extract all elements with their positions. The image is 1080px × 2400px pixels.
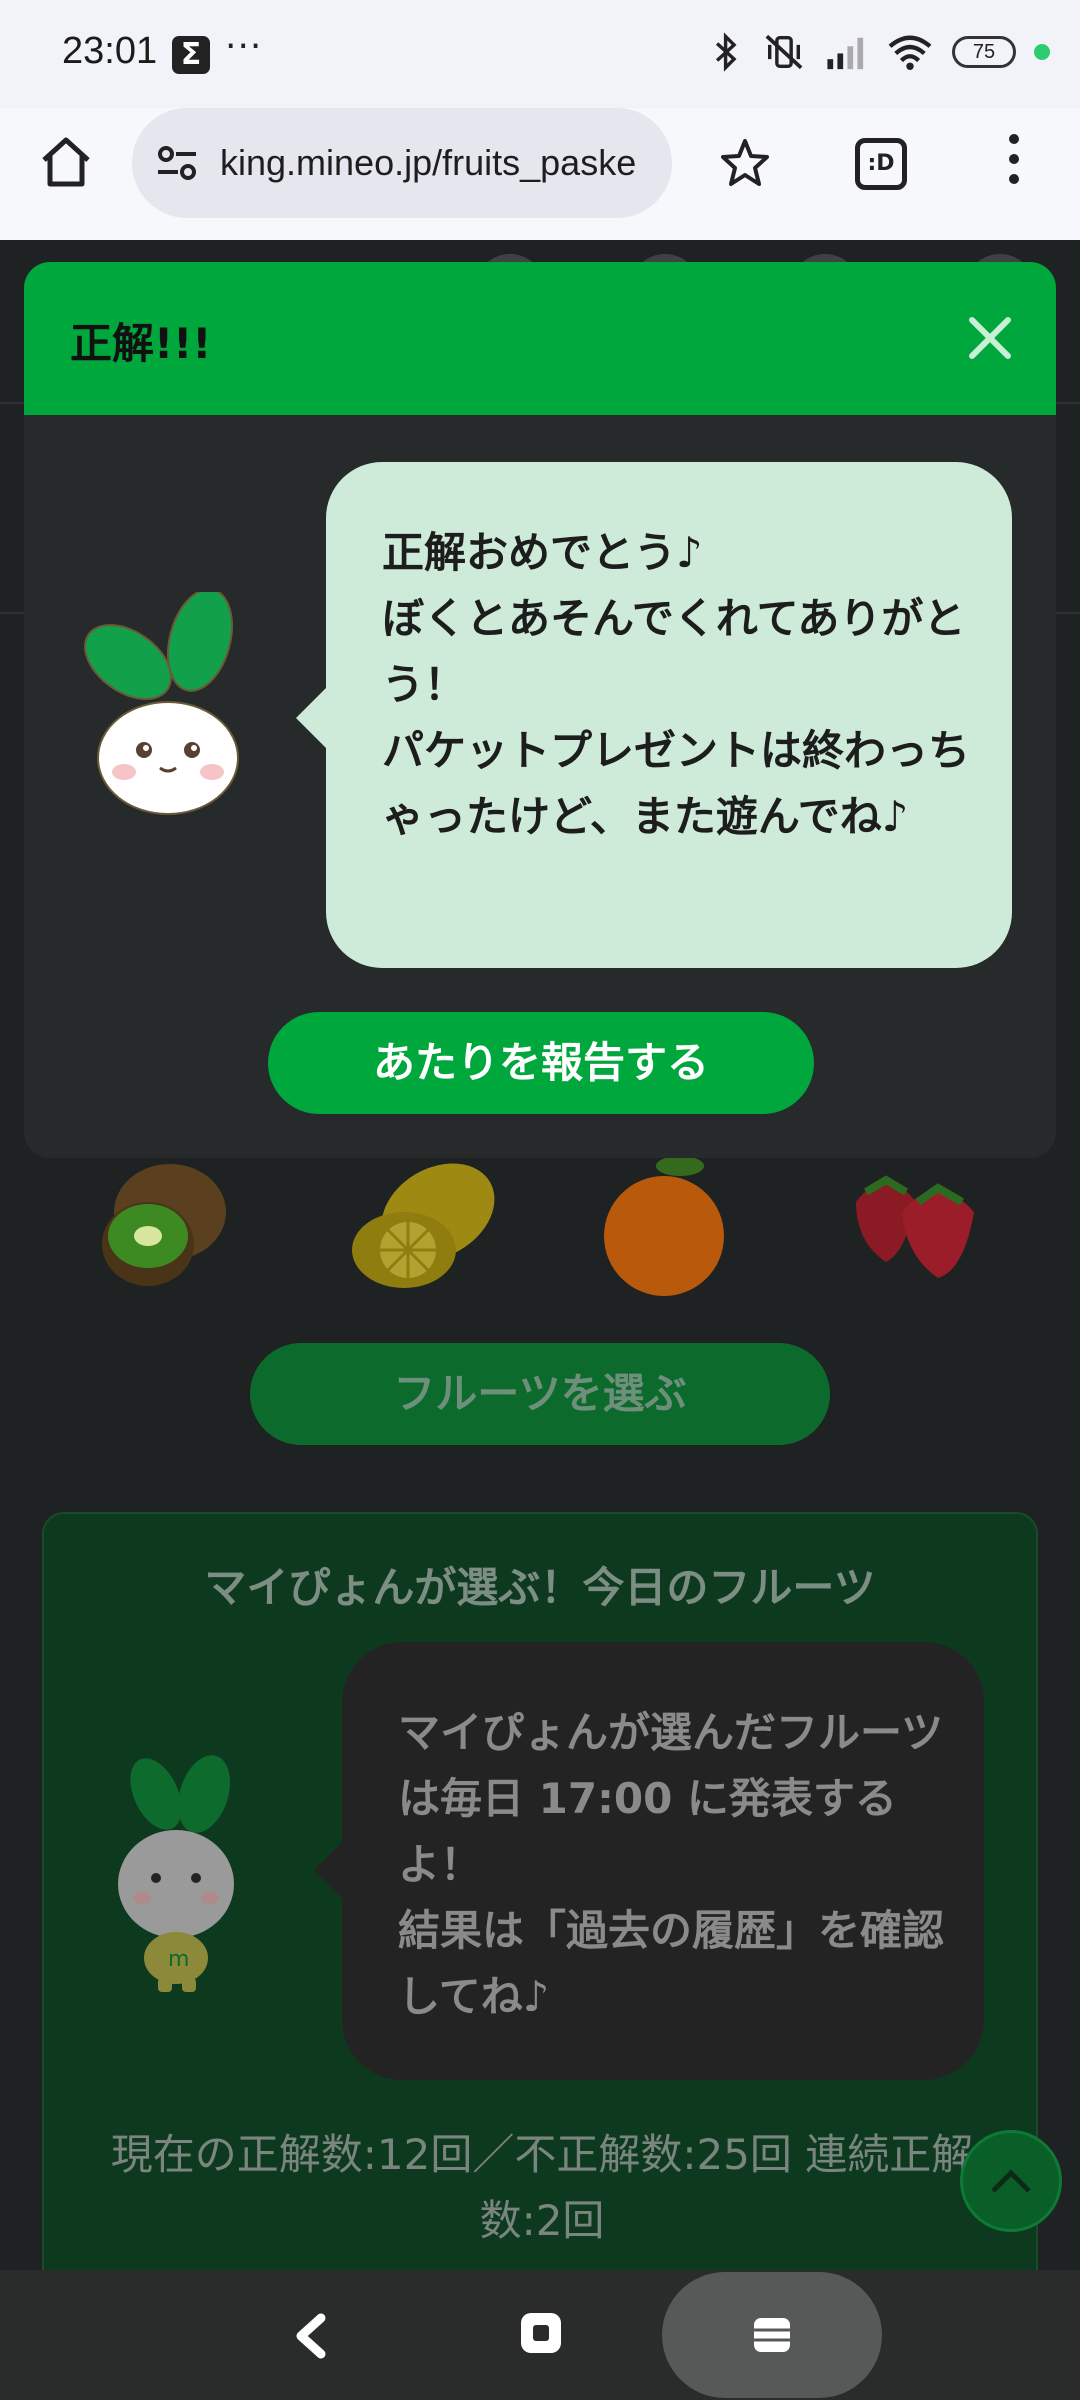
congrats-message: 正解おめでとう♪ ぼくとあそんでくれてありがとう！ パケットプレゼントは終わっち… xyxy=(382,528,971,841)
result-modal: 正解!!! 正解おめでとう♪ ぼくとあそんでくれてありがとう！ パケットプレゼン… xyxy=(24,262,1056,1158)
browser-toolbar: king.mineo.jp/fruits_paske :D xyxy=(0,108,1080,240)
kiwi-icon[interactable] xyxy=(90,1152,240,1302)
status-time: 23:01 xyxy=(62,30,158,72)
vibrate-off-icon xyxy=(765,34,803,70)
modal-title: 正解!!! xyxy=(70,319,212,368)
status-bar: 23:01 Σ ··· 75 xyxy=(0,0,1080,108)
lemon-icon[interactable] xyxy=(338,1152,498,1302)
url-bar[interactable]: king.mineo.jp/fruits_paske xyxy=(132,108,672,218)
fruit-options xyxy=(0,1152,1080,1302)
strawberry-icon[interactable] xyxy=(846,1152,986,1302)
recents-icon xyxy=(754,2318,790,2352)
chevron-up-icon xyxy=(991,2169,1031,2193)
orange-icon[interactable] xyxy=(598,1152,728,1302)
more-notifications-icon: ··· xyxy=(225,26,263,67)
scroll-to-top-button[interactable] xyxy=(960,2130,1062,2232)
congrats-speech-bubble: 正解おめでとう♪ ぼくとあそんでくれてありがとう！ パケットプレゼントは終わっち… xyxy=(296,462,1012,968)
tab-switcher-button[interactable]: :D xyxy=(855,138,907,190)
status-icons: 75 xyxy=(710,32,1050,72)
todays-fruit-speech-bubble: マイぴょんが選んだフルーツは毎日 17:00 に発表するよ！ 結果は「過去の履歴… xyxy=(314,1642,984,2080)
wifi-icon xyxy=(888,35,932,70)
site-settings-icon[interactable] xyxy=(154,140,200,186)
modal-header: 正解!!! xyxy=(24,262,1056,415)
browser-menu-icon[interactable] xyxy=(1000,134,1028,194)
todays-fruit-card: マイぴょんが選ぶ！今日のフルーツ m マイぴょんが選んだフルーツは毎日 17:0… xyxy=(42,1512,1038,2292)
mascot-bunny-icon: m xyxy=(118,1755,234,1992)
home-nav-icon[interactable] xyxy=(516,2308,566,2358)
score-summary: 現在の正解数:12回／不正解数:25回 連続正解数:2回 xyxy=(110,2130,974,2245)
url-text[interactable]: king.mineo.jp/fruits_paske xyxy=(220,142,650,184)
cell-signal-icon xyxy=(827,37,864,70)
choose-fruit-button[interactable]: フルーツを選ぶ xyxy=(250,1343,830,1445)
close-icon[interactable] xyxy=(964,312,1016,364)
battery-icon: 75 xyxy=(952,36,1016,68)
back-icon[interactable] xyxy=(285,2308,341,2364)
todays-fruit-title: マイぴょんが選ぶ！今日のフルーツ xyxy=(204,1563,876,1612)
system-nav-bar xyxy=(0,2270,1080,2400)
mascot-bunny-icon xyxy=(84,592,239,815)
bluetooth-icon xyxy=(715,32,737,72)
svg-text:m: m xyxy=(168,1947,189,1972)
sigma-notification-icon: Σ xyxy=(172,36,210,74)
report-win-button[interactable]: あたりを報告する xyxy=(268,1012,814,1114)
bookmark-star-icon[interactable] xyxy=(718,136,772,190)
todays-fruit-message: マイぴょんが選んだフルーツは毎日 17:00 に発表するよ！ 結果は「過去の履歴… xyxy=(398,1708,945,2021)
home-icon[interactable] xyxy=(36,132,96,192)
recent-apps-button[interactable] xyxy=(662,2272,882,2398)
privacy-indicator-dot xyxy=(1034,44,1050,60)
